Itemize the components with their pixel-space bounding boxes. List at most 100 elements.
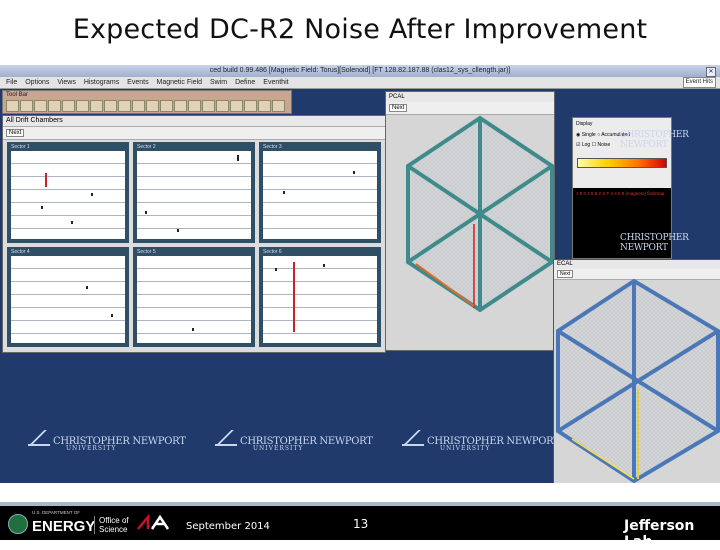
- sector-panel[interactable]: Sector 2: [133, 142, 255, 243]
- option-log: Log: [581, 142, 591, 148]
- tool-icon[interactable]: [20, 100, 33, 112]
- menu-item-eventhit[interactable]: Eventhit: [263, 79, 288, 86]
- pcal-view-title: PCAL: [386, 92, 554, 102]
- tool-icon[interactable]: [90, 100, 103, 112]
- tool-icon[interactable]: [132, 100, 145, 112]
- tool-icon[interactable]: [118, 100, 131, 112]
- wire-hit: [323, 263, 325, 267]
- tool-icon[interactable]: [62, 100, 75, 112]
- next-button[interactable]: Next: [389, 104, 408, 112]
- tool-icon[interactable]: [146, 100, 159, 112]
- noise-hit: [293, 261, 295, 332]
- cnu-logo-icon: [28, 430, 50, 446]
- menu-item-histograms[interactable]: Histograms: [84, 79, 119, 86]
- option-row: ☑ Log ☐ Noise: [576, 142, 610, 148]
- sector-grid: Sector 1 Sector 2 Sector 3 Sector 4 Sect…: [7, 142, 381, 347]
- slide-title: Expected DC-R2 Noise After Improvement: [72, 14, 648, 45]
- sector-label: Sector 4: [11, 248, 30, 255]
- sector-panel[interactable]: Sector 5: [133, 246, 255, 347]
- wire-hit: [145, 211, 147, 214]
- tool-icon[interactable]: [216, 100, 229, 112]
- tool-icon[interactable]: [48, 100, 61, 112]
- option-noise: Noise: [597, 142, 611, 148]
- tool-icon[interactable]: [230, 100, 243, 112]
- tool-icon[interactable]: [174, 100, 187, 112]
- cnu-watermark: CHRISTOPHER NEWPORT UNIVERSITY: [28, 430, 186, 452]
- wire-hit: [275, 267, 277, 271]
- next-button[interactable]: Next: [6, 129, 25, 137]
- panel-title: Display: [576, 121, 593, 127]
- next-button[interactable]: Next: [557, 270, 574, 278]
- wire-grid: [11, 151, 125, 239]
- jefferson-lab-logo: Jefferson Lab: [624, 518, 695, 550]
- menu-item-file[interactable]: File: [6, 79, 17, 86]
- wire-grid: [263, 151, 377, 239]
- checkbox-icon[interactable]: ☐: [592, 142, 596, 148]
- menu-item-magnetic-field[interactable]: Magnetic Field: [157, 79, 203, 86]
- tool-bar: Tool Bar: [2, 90, 292, 114]
- tool-icon[interactable]: [258, 100, 271, 112]
- energy-logo: ENERGY: [32, 518, 96, 535]
- radio-icon[interactable]: ○: [597, 132, 600, 138]
- wire-grid: [263, 255, 377, 343]
- app-screenshot: ced build 0.99.486 [Magnetic Field: Toru…: [0, 65, 720, 483]
- wire-hit: [237, 155, 239, 161]
- ecal-view-title: ECAL: [554, 260, 720, 269]
- tool-icon[interactable]: [160, 100, 173, 112]
- close-icon[interactable]: ✕: [706, 67, 716, 77]
- wire-hit: [71, 221, 73, 224]
- doe-dept-label: U.S. DEPARTMENT OF: [32, 510, 81, 515]
- sector-panel[interactable]: Sector 6: [259, 246, 381, 347]
- sector-panel[interactable]: Sector 4: [7, 246, 129, 347]
- window-title: ced build 0.99.486 [Magnetic Field: Toru…: [209, 67, 511, 74]
- window-title-bar: ced build 0.99.486 [Magnetic Field: Toru…: [0, 65, 720, 77]
- checkbox-icon[interactable]: ☑: [576, 142, 580, 148]
- wire-hit: [353, 171, 355, 174]
- option-single: Single: [581, 132, 596, 138]
- cnu-watermark: CHRISTOPHER NEWPORT UNIVERSITY: [215, 430, 373, 452]
- cnu-watermark: CHRISTOPHER NEWPORT: [620, 130, 689, 150]
- cnu-watermark: CHRISTOPHER NEWPORT UNIVERSITY: [402, 430, 560, 452]
- sector-panel[interactable]: Sector 1: [7, 142, 129, 243]
- menu-item-define[interactable]: Define: [235, 79, 255, 86]
- cnu-logo-icon: [402, 430, 424, 446]
- sector-label: Sector 5: [137, 248, 156, 255]
- tool-icon[interactable]: [244, 100, 257, 112]
- dc-view-toolbar: Next: [3, 127, 385, 140]
- dc-view-title: All Drift Chambers: [3, 116, 385, 127]
- doe-seal-icon: [8, 514, 28, 534]
- cnu-watermark: CHRISTOPHER NEWPORT: [620, 233, 689, 253]
- sector-label: Sector 3: [263, 144, 282, 150]
- wire-hit: [41, 206, 43, 209]
- menu-item-swim[interactable]: Swim: [210, 79, 227, 86]
- wire-hit: [192, 327, 194, 331]
- menu-item-options[interactable]: Options: [25, 79, 49, 86]
- tool-icon[interactable]: [272, 100, 285, 112]
- tool-icon[interactable]: [34, 100, 47, 112]
- tool-bar-label: Tool Bar: [6, 92, 29, 98]
- tool-icon[interactable]: [104, 100, 117, 112]
- wire-grid: [137, 151, 251, 239]
- wire-hit: [91, 193, 93, 196]
- wire-hit: [111, 313, 113, 317]
- tool-icon[interactable]: [76, 100, 89, 112]
- tool-icon[interactable]: [188, 100, 201, 112]
- pcal-view: PCAL Next: [385, 91, 555, 351]
- pcal-hexagon[interactable]: [386, 114, 554, 350]
- tool-icon[interactable]: [202, 100, 215, 112]
- cnu-logo-icon: [215, 430, 237, 446]
- menu-bar: File Options Views Histograms Events Mag…: [0, 77, 720, 89]
- noise-hit: [45, 173, 47, 187]
- ecal-hexagon[interactable]: [554, 279, 720, 483]
- color-scale-bar: [577, 158, 667, 168]
- wire-grid: [137, 255, 251, 343]
- ecal-view: ECAL Next: [553, 259, 720, 483]
- event-hits-button[interactable]: Event Hits: [682, 77, 716, 88]
- tool-icon[interactable]: [6, 100, 19, 112]
- jsa-logo-icon: [137, 513, 170, 530]
- radio-icon[interactable]: ◉: [576, 132, 580, 138]
- footer-date: September 2014: [186, 521, 270, 532]
- sector-panel[interactable]: Sector 3: [259, 142, 381, 243]
- menu-item-events[interactable]: Events: [127, 79, 148, 86]
- menu-item-views[interactable]: Views: [57, 79, 76, 86]
